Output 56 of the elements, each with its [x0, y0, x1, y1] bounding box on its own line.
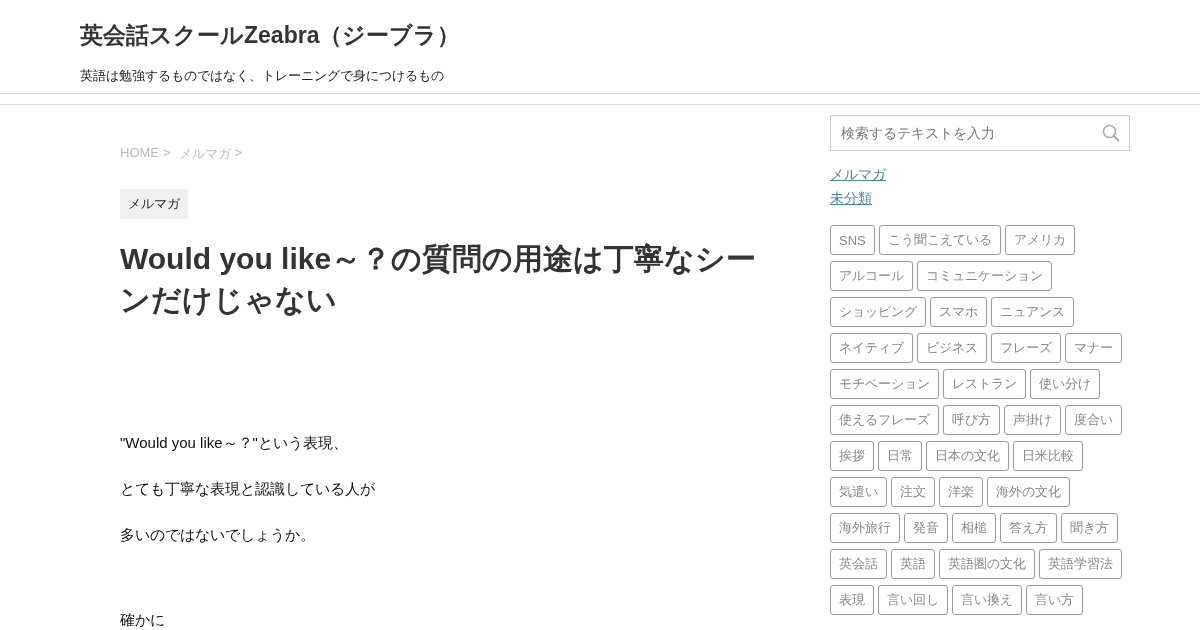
- tag-link[interactable]: 言い換え: [952, 585, 1022, 615]
- tag-link[interactable]: 呼び方: [943, 405, 1000, 435]
- site-tagline: 英語は勉強するものではなく、トレーニングで身につけるもの: [80, 67, 444, 85]
- breadcrumb-separator: >: [163, 145, 171, 162]
- tag-link[interactable]: 聞き方: [1061, 513, 1118, 543]
- tag-link[interactable]: 日常: [878, 441, 922, 471]
- tag-link[interactable]: 答え方: [1000, 513, 1057, 543]
- category-link[interactable]: 未分類: [830, 189, 872, 207]
- article-title: Would you like～？の質問の用途は丁寧なシーンだけじゃない: [120, 241, 758, 318]
- tag-link[interactable]: 表現: [830, 585, 874, 615]
- tag-link[interactable]: ビジネス: [917, 333, 987, 363]
- tag-link[interactable]: 言い回し: [878, 585, 948, 615]
- tag-link[interactable]: 発音: [904, 513, 948, 543]
- tag-link[interactable]: ネイティブ: [830, 333, 913, 363]
- tag-link[interactable]: コミュニケーション: [917, 261, 1052, 291]
- paragraph: 多いのではないでしょうか。: [120, 525, 316, 545]
- breadcrumb-separator: >: [234, 145, 243, 162]
- paragraph: 確かに: [120, 610, 165, 630]
- tag-link[interactable]: SNS: [830, 225, 875, 255]
- tag-link[interactable]: 声掛け: [1004, 405, 1061, 435]
- tag-link[interactable]: 日米比較: [1013, 441, 1083, 471]
- tag-link[interactable]: ショッピング: [830, 297, 926, 327]
- breadcrumb-link[interactable]: HOME: [120, 145, 159, 163]
- paragraph: "Would you like～？"という表現、: [120, 433, 349, 453]
- tag-link[interactable]: ニュアンス: [991, 297, 1074, 327]
- tag-link[interactable]: 英会話: [830, 549, 887, 579]
- category-label: メルマガ: [120, 189, 188, 219]
- tag-link[interactable]: 海外の文化: [987, 477, 1070, 507]
- tag-link[interactable]: 洋楽: [939, 477, 983, 507]
- tag-link[interactable]: フレーズ: [991, 333, 1061, 363]
- tag-link[interactable]: 海外旅行: [830, 513, 900, 543]
- tag-link[interactable]: 英語圏の文化: [939, 549, 1035, 579]
- tag-link[interactable]: こう聞こえている: [878, 225, 1001, 255]
- tag-link[interactable]: 気遣い: [830, 477, 887, 507]
- paragraph: とても丁寧な表現と認識している人が: [120, 479, 375, 499]
- tag-link[interactable]: 相槌: [952, 513, 996, 543]
- tag-link[interactable]: アルコール: [830, 261, 913, 291]
- tag-link[interactable]: 日本の文化: [926, 441, 1009, 471]
- tag-link[interactable]: 言い方: [1026, 585, 1083, 615]
- search-field[interactable]: 検索するテキストを入力: [830, 115, 1130, 151]
- tag-link[interactable]: スマホ: [930, 297, 987, 327]
- tag-link[interactable]: 注文: [891, 477, 935, 507]
- site-title[interactable]: 英会話スクールZeabra（ジーブラ）: [80, 20, 461, 51]
- tag-link[interactable]: 使えるフレーズ: [830, 405, 939, 435]
- tag-link[interactable]: 使い分け: [1030, 369, 1100, 399]
- tag-link[interactable]: アメリカ: [1004, 225, 1075, 255]
- tag-link[interactable]: 英語: [891, 549, 935, 579]
- tag-link[interactable]: 英語学習法: [1039, 549, 1122, 579]
- search-icon[interactable]: [1102, 124, 1120, 142]
- category-link[interactable]: メルマガ: [830, 165, 886, 183]
- tag-link[interactable]: 挨拶: [830, 441, 874, 471]
- breadcrumb-link[interactable]: メルマガ: [178, 145, 231, 163]
- tag-link[interactable]: マナー: [1065, 333, 1122, 363]
- tag-link[interactable]: 度合い: [1065, 405, 1122, 435]
- tag-link[interactable]: モチベーション: [830, 369, 939, 399]
- tag-link[interactable]: レストラン: [943, 369, 1026, 399]
